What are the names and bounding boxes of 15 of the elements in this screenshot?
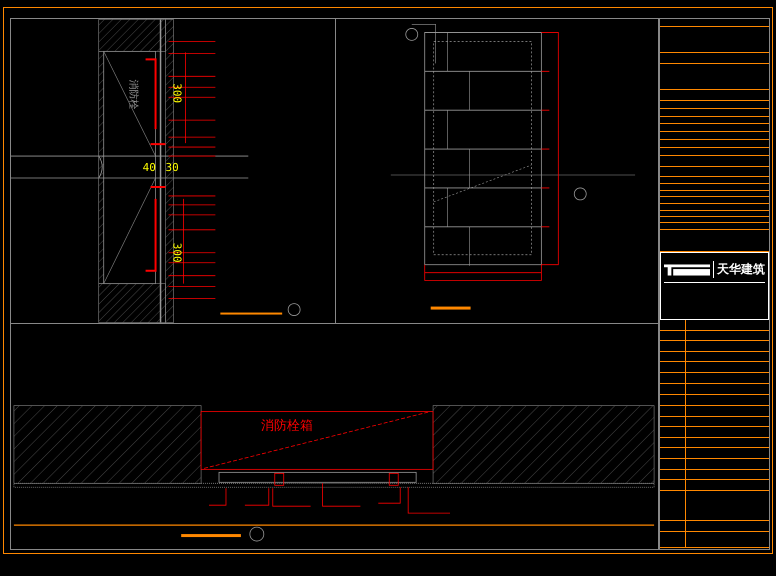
logo-icon [664, 262, 710, 276]
section-marker-icon [249, 526, 264, 542]
cabinet-label: 消防栓箱 [260, 418, 313, 433]
dimension-label: 30 [166, 161, 179, 174]
title-underline [220, 312, 282, 315]
cabinet-label: 消防栓 [128, 79, 139, 110]
section-marker-icon [288, 303, 300, 316]
dimension-label: 300 [170, 83, 184, 104]
axis-marker-icon [574, 188, 587, 200]
title-underline [430, 306, 471, 310]
title-underline [181, 534, 241, 538]
axis-marker-icon [405, 28, 418, 41]
company-name: 天华建筑 [713, 261, 765, 278]
dimension-label: 40 [142, 161, 156, 174]
dimension-label: 300 [170, 242, 184, 263]
